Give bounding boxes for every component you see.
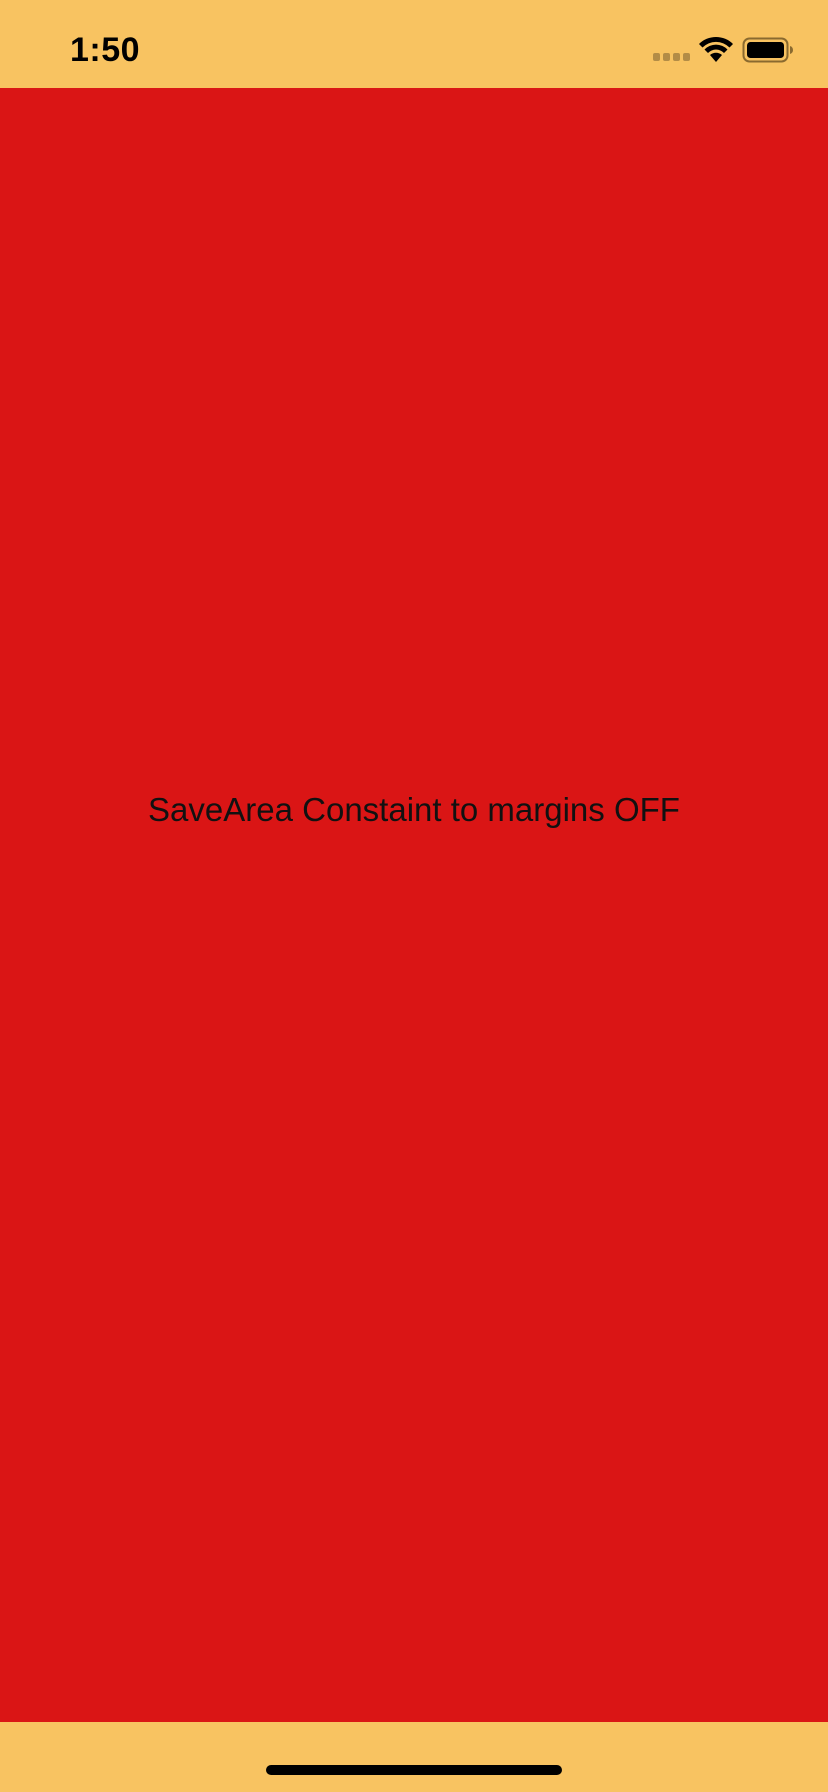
- battery-icon: [742, 37, 793, 63]
- app-screen: 1:50 SaveArea Constaint to margins OFF: [0, 0, 828, 1792]
- wifi-icon: [699, 36, 733, 62]
- status-bar: 1:50: [0, 0, 828, 88]
- home-indicator[interactable]: [266, 1765, 562, 1775]
- safe-area-content-view: [0, 88, 828, 1722]
- center-label: SaveArea Constaint to margins OFF: [148, 791, 680, 828]
- cellular-signal-icon: [653, 53, 691, 61]
- bottom-safe-area: [0, 1722, 828, 1792]
- status-time: 1:50: [70, 31, 141, 69]
